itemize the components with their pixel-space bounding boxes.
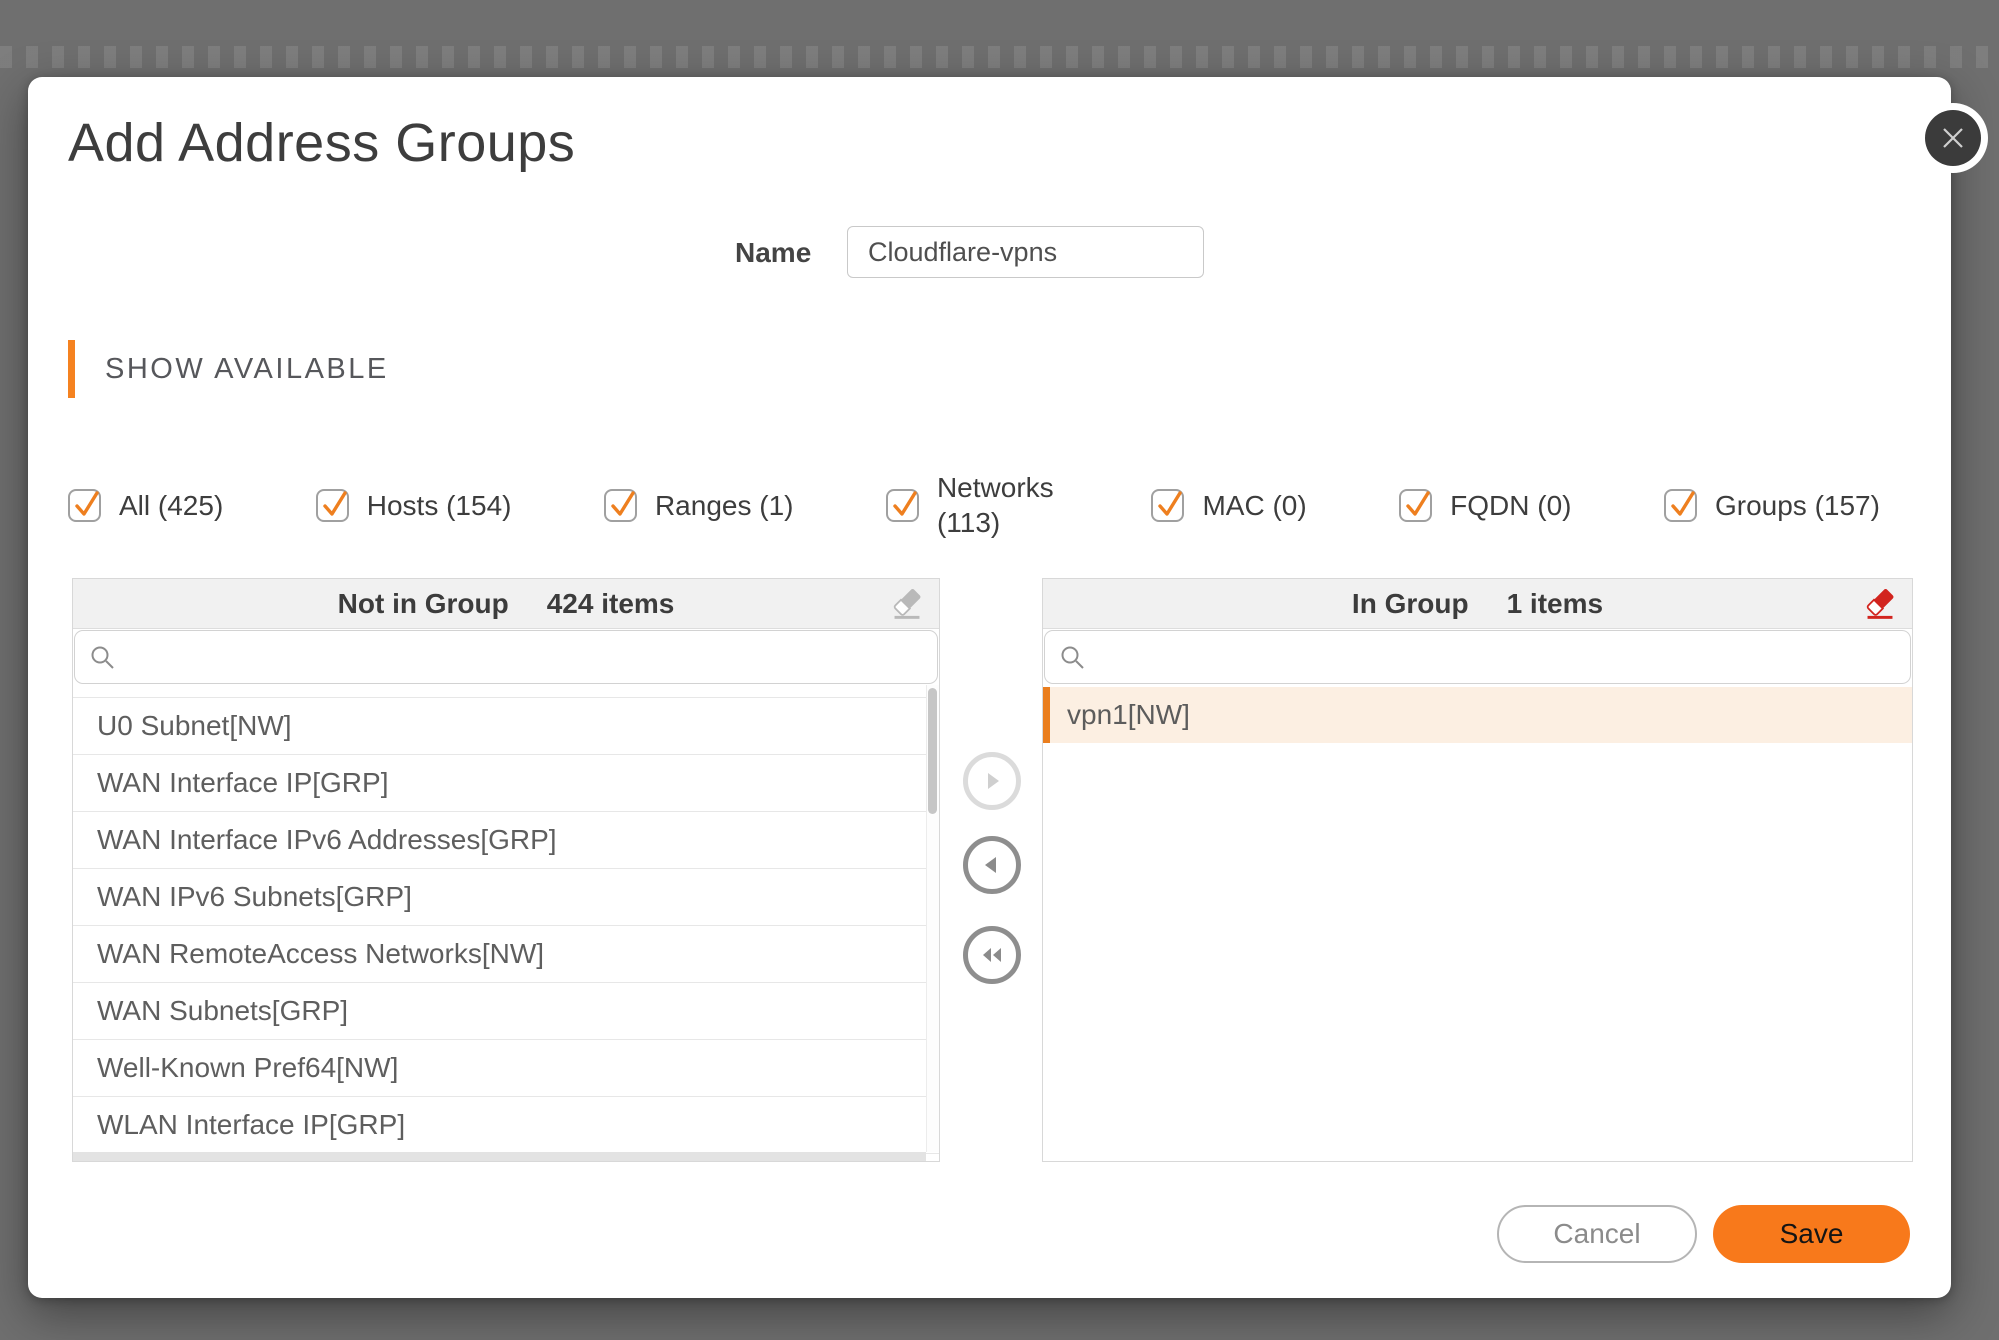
filter-label: Networks (113)	[937, 470, 1059, 540]
filter-label: All (425)	[119, 488, 223, 523]
arrow-left-icon	[977, 850, 1007, 880]
filter-label: Ranges (1)	[655, 488, 794, 523]
close-icon	[1939, 124, 1967, 152]
list-item[interactable]: WAN RemoteAccess Networks[NW]	[73, 926, 939, 983]
section-title: SHOW AVAILABLE	[105, 353, 389, 386]
panel-title: In Group	[1352, 588, 1469, 620]
filter-networks[interactable]: Networks (113)	[886, 470, 1059, 540]
filter-groups[interactable]: Groups (157)	[1664, 488, 1880, 523]
filter-hosts[interactable]: Hosts (154)	[316, 488, 512, 523]
section-accent-bar	[68, 340, 75, 398]
in-group-list: vpn1[NW]	[1043, 687, 1912, 743]
filter-mac[interactable]: MAC (0)	[1151, 488, 1306, 523]
cancel-button[interactable]: Cancel	[1497, 1205, 1697, 1263]
add-address-groups-dialog: Add Address Groups Name SHOW AVAILABLE A…	[28, 77, 1951, 1298]
vertical-scrollbar-thumb[interactable]	[928, 688, 937, 814]
list-item[interactable]: U0 Subnet[NW]	[73, 698, 939, 755]
list-item[interactable]: WAN Interface IP[GRP]	[73, 755, 939, 812]
screen: Add Address Groups Name SHOW AVAILABLE A…	[0, 0, 1999, 1340]
partially-scrolled-row	[73, 685, 939, 698]
checkbox-checked-icon	[1399, 489, 1432, 522]
save-button[interactable]: Save	[1713, 1205, 1910, 1263]
list-item[interactable]: WLAN Interface IP[GRP]	[73, 1097, 939, 1154]
dialog-title: Add Address Groups	[68, 112, 575, 174]
filter-fqdn[interactable]: FQDN (0)	[1399, 488, 1571, 523]
panel-item-count: 1 items	[1507, 588, 1604, 620]
horizontal-scrollbar[interactable]	[73, 1152, 926, 1161]
search-icon	[1059, 644, 1087, 672]
checkbox-checked-icon	[1151, 489, 1184, 522]
in-group-panel: In Group 1 items	[1042, 578, 1913, 1162]
search-input[interactable]	[127, 631, 929, 683]
arrow-right-icon	[977, 766, 1007, 796]
double-arrow-left-icon	[977, 940, 1007, 970]
filter-ranges[interactable]: Ranges (1)	[604, 488, 794, 523]
panel-item-count: 424 items	[547, 588, 675, 620]
not-in-group-search	[74, 630, 938, 684]
list-item[interactable]: Well-Known Pref64[NW]	[73, 1040, 939, 1097]
checkbox-checked-icon	[886, 489, 919, 522]
search-icon	[89, 644, 117, 672]
panel-title: Not in Group	[338, 588, 509, 620]
name-input[interactable]	[847, 226, 1204, 278]
name-label: Name	[735, 237, 811, 269]
checkbox-checked-icon	[68, 489, 101, 522]
move-right-button[interactable]	[963, 752, 1021, 810]
not-in-group-header: Not in Group 424 items	[73, 579, 939, 629]
not-in-group-panel: Not in Group 424 items	[72, 578, 940, 1162]
eraser-icon	[890, 587, 924, 621]
checkbox-checked-icon	[316, 489, 349, 522]
close-button[interactable]	[1925, 110, 1981, 166]
move-left-button[interactable]	[963, 836, 1021, 894]
move-all-left-button[interactable]	[963, 926, 1021, 984]
filter-label: Groups (157)	[1715, 488, 1880, 523]
list-item[interactable]: WAN Subnets[GRP]	[73, 983, 939, 1040]
filter-checkbox-row: All (425) Hosts (154) Ranges (1) Network…	[68, 455, 1880, 555]
filter-all[interactable]: All (425)	[68, 488, 223, 523]
list-item-selected[interactable]: vpn1[NW]	[1043, 687, 1912, 743]
filter-label: Hosts (154)	[367, 488, 512, 523]
eraser-icon	[1863, 587, 1897, 621]
blurred-background-content	[0, 46, 1999, 68]
filter-label: FQDN (0)	[1450, 488, 1571, 523]
in-group-header: In Group 1 items	[1043, 579, 1912, 629]
not-in-group-list: U0 Subnet[NW] WAN Interface IP[GRP] WAN …	[73, 685, 939, 1154]
checkbox-checked-icon	[1664, 489, 1697, 522]
list-item[interactable]: WAN Interface IPv6 Addresses[GRP]	[73, 812, 939, 869]
list-item[interactable]: WAN IPv6 Subnets[GRP]	[73, 869, 939, 926]
clear-selection-button[interactable]	[889, 587, 925, 623]
checkbox-checked-icon	[604, 489, 637, 522]
search-input[interactable]	[1097, 631, 1902, 683]
filter-label: MAC (0)	[1202, 488, 1306, 523]
remove-all-button[interactable]	[1862, 587, 1898, 623]
in-group-search	[1044, 630, 1911, 684]
